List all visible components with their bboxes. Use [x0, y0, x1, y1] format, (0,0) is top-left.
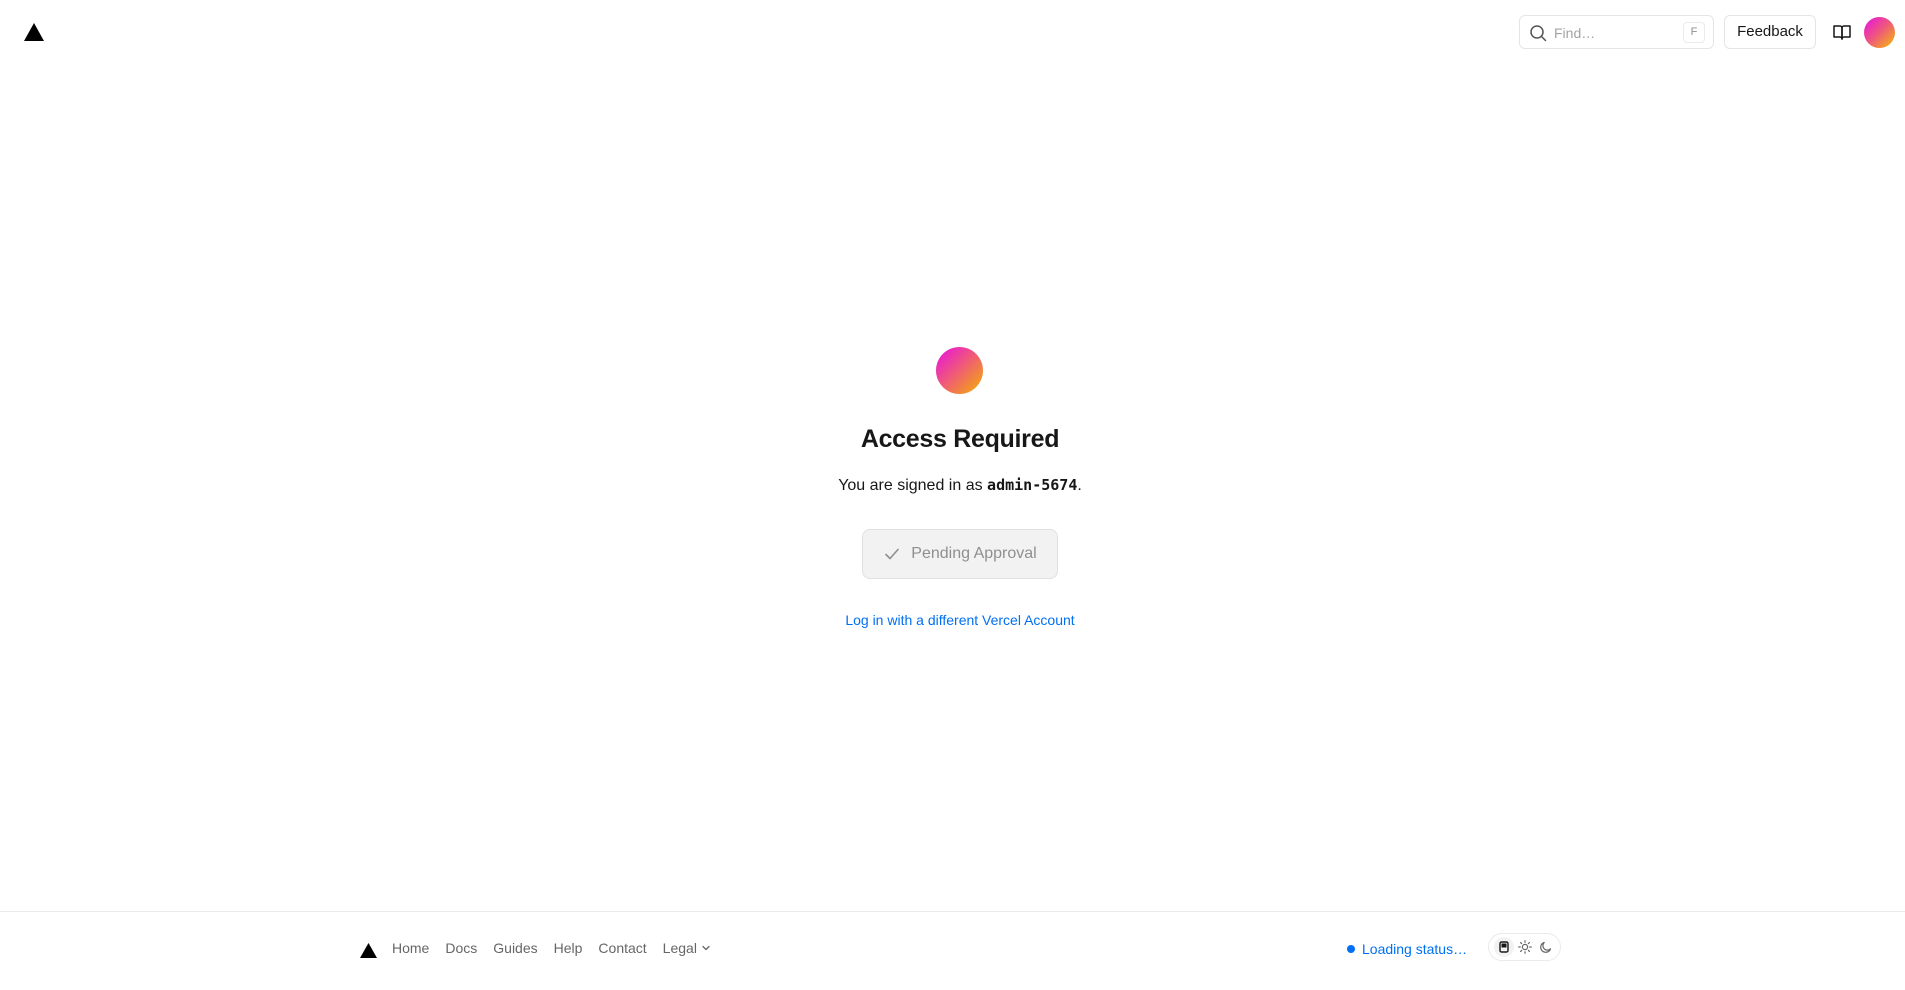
check-icon: [885, 548, 900, 560]
triangle-logo-icon[interactable]: [360, 943, 377, 958]
footer-legal-dropdown[interactable]: Legal: [663, 940, 711, 956]
pending-approval-button[interactable]: Pending Approval: [862, 529, 1058, 579]
monitor-icon: [1498, 941, 1509, 953]
signed-in-text: You are signed in as admin-5674.: [0, 476, 1905, 495]
status-label: Loading status…: [1362, 941, 1468, 957]
footer-link-guides[interactable]: Guides: [493, 940, 537, 956]
account-avatar: [936, 347, 983, 394]
theme-light-button[interactable]: [1515, 937, 1535, 957]
feedback-button[interactable]: Feedback: [1724, 15, 1816, 49]
status-dot: [1347, 945, 1355, 953]
search-icon: [1530, 25, 1547, 42]
book-icon[interactable]: [1827, 17, 1857, 47]
username: admin-5674: [987, 476, 1078, 494]
search-shortcut-key: F: [1683, 22, 1705, 43]
signed-in-prefix: You are signed in as: [838, 477, 988, 494]
signed-in-suffix: .: [1077, 477, 1082, 494]
theme-system-button[interactable]: [1493, 937, 1514, 957]
triangle-logo-icon[interactable]: [24, 23, 44, 41]
footer-nav: Home Docs Guides Help Contact Legal: [392, 940, 711, 956]
moon-icon: [1539, 941, 1551, 953]
footer: Home Docs Guides Help Contact Legal Load…: [0, 911, 1905, 990]
chevron-down-icon: [702, 945, 710, 951]
top-navigation: Find… F Feedback: [0, 0, 1905, 64]
sun-icon: [1517, 940, 1532, 954]
theme-dark-button[interactable]: [1536, 937, 1556, 957]
footer-link-help[interactable]: Help: [554, 940, 583, 956]
page-title: Access Required: [860, 425, 1060, 453]
user-avatar[interactable]: [1864, 17, 1895, 48]
different-account-link[interactable]: Log in with a different Vercel Account: [0, 612, 1905, 628]
footer-link-legal: Legal: [662, 940, 697, 956]
footer-link-home[interactable]: Home: [392, 940, 429, 956]
theme-switcher: [1488, 933, 1561, 961]
footer-link-docs[interactable]: Docs: [445, 940, 477, 956]
search-placeholder: Find…: [1554, 25, 1596, 41]
search-input[interactable]: Find… F: [1519, 15, 1714, 49]
status-indicator[interactable]: Loading status…: [1347, 941, 1467, 957]
pending-approval-label: Pending Approval: [911, 545, 1037, 562]
footer-link-contact[interactable]: Contact: [598, 940, 646, 956]
